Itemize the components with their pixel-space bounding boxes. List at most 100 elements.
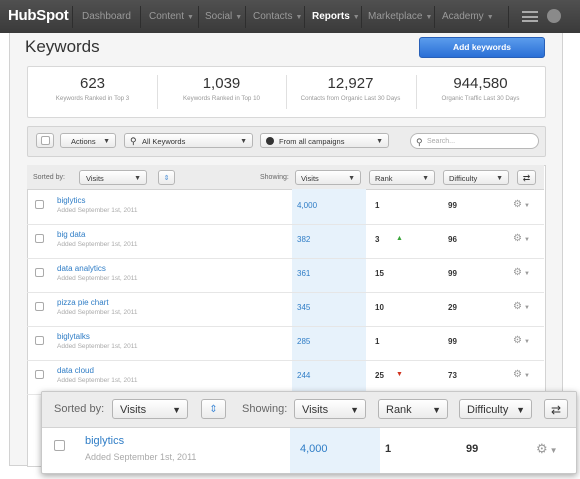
nav-divider xyxy=(361,6,362,28)
gear-icon[interactable]: ⚙ ▼ xyxy=(513,369,530,380)
nav-item-dashboard[interactable]: Dashboard xyxy=(82,11,131,22)
gear-icon[interactable]: ⚙ ▼ xyxy=(513,267,530,278)
keyword-link[interactable]: big data xyxy=(57,230,85,239)
keyword-link[interactable]: biglytalks xyxy=(57,332,90,341)
column-visits-dropdown[interactable]: Visits ▼ xyxy=(295,170,361,185)
keyword-filter-label: All Keywords xyxy=(142,137,186,146)
row-checkbox[interactable] xyxy=(35,268,44,277)
nav-divider xyxy=(434,6,435,28)
keyword-link[interactable]: pizza pie chart xyxy=(57,298,109,307)
nav-item-contacts[interactable]: Contacts ▼ xyxy=(253,11,302,22)
gear-icon[interactable]: ⚙ ▼ xyxy=(513,335,530,346)
keyword-link[interactable]: data analytics xyxy=(57,264,106,273)
stat-traffic: 944,580 Organic Traffic Last 30 Days xyxy=(416,67,545,117)
stat-label: Keywords Ranked in Top 3 xyxy=(55,95,130,102)
actions-dropdown[interactable]: Actions ▼ xyxy=(60,133,116,148)
rank-value: 1 xyxy=(375,337,380,346)
select-all-checkbox[interactable] xyxy=(41,136,50,145)
swap-columns-button[interactable]: ⇄ xyxy=(517,170,536,185)
nav-divider xyxy=(245,6,246,28)
rank-value: 1 xyxy=(375,201,380,210)
table-row[interactable]: pizza pie chart Added September 1st, 201… xyxy=(27,292,544,327)
trend-down-icon: ▼ xyxy=(396,371,403,378)
table-row[interactable]: data cloud Added September 1st, 2011 244… xyxy=(27,360,544,395)
row-checkbox[interactable] xyxy=(35,200,44,209)
column-visits-label: Visits xyxy=(301,174,319,183)
column-difficulty-dropdown[interactable]: Difficulty ▼ xyxy=(459,399,532,419)
row-checkbox[interactable] xyxy=(35,336,44,345)
campaign-filter-dropdown[interactable]: From all campaigns ▼ xyxy=(260,133,389,148)
chevron-down-icon: ▼ xyxy=(172,405,181,415)
stat-value: 944,580 xyxy=(453,75,508,92)
sort-order-toggle[interactable]: ⇕ xyxy=(158,170,175,185)
chevron-down-icon: ▼ xyxy=(187,14,194,21)
chevron-down-icon: ▼ xyxy=(103,138,110,145)
select-all-toggle[interactable] xyxy=(36,133,54,148)
visits-value[interactable]: 244 xyxy=(297,371,310,380)
nav-item-marketplace[interactable]: Marketplace ▼ xyxy=(368,11,432,22)
visits-value[interactable]: 4,000 xyxy=(300,443,328,455)
stat-top3: 623 Keywords Ranked in Top 3 xyxy=(28,67,157,117)
gear-icon[interactable]: ⚙ ▼ xyxy=(536,441,558,457)
table-row[interactable]: data analytics Added September 1st, 2011… xyxy=(27,258,544,293)
showing-label: Showing: xyxy=(260,174,289,181)
nav-item-academy[interactable]: Academy ▼ xyxy=(442,11,494,22)
chevron-down-icon: ▼ xyxy=(425,14,433,21)
visits-value[interactable]: 4,000 xyxy=(297,201,317,210)
difficulty-value: 99 xyxy=(448,269,457,278)
column-rank-dropdown[interactable]: Rank ▼ xyxy=(378,399,448,419)
hubspot-logo[interactable]: HubSpot xyxy=(8,7,69,24)
add-keywords-button[interactable]: Add keywords xyxy=(419,37,545,58)
zoomed-detail-callout: Sorted by: Visits ▼ ⇕ Showing: Visits ▼ … xyxy=(41,391,577,474)
stat-value: 12,927 xyxy=(327,75,374,92)
stats-summary: 623 Keywords Ranked in Top 3 1,039 Keywo… xyxy=(27,66,546,118)
gear-icon[interactable]: ⚙ ▼ xyxy=(513,233,530,244)
table-row[interactable]: biglytics Added September 1st, 2011 4,00… xyxy=(27,190,544,225)
sort-by-dropdown[interactable]: Visits ▼ xyxy=(79,170,147,185)
sort-by-dropdown[interactable]: Visits ▼ xyxy=(112,399,188,419)
search-placeholder: Search... xyxy=(427,138,456,145)
visits-value[interactable]: 285 xyxy=(297,337,310,346)
nav-item-reports[interactable]: Reports ▼ xyxy=(312,11,360,22)
chevron-down-icon: ▼ xyxy=(350,405,359,415)
keyword-filter-dropdown[interactable]: ⚲ All Keywords ▼ xyxy=(124,133,253,148)
difficulty-value: 99 xyxy=(448,337,457,346)
row-checkbox[interactable] xyxy=(35,234,44,243)
gear-icon[interactable]: ⚙ ▼ xyxy=(513,199,530,210)
column-rank-label: Rank xyxy=(386,404,412,416)
keyword-link[interactable]: biglytics xyxy=(85,435,124,447)
column-visits-dropdown[interactable]: Visits ▼ xyxy=(294,399,366,419)
column-rank-dropdown[interactable]: Rank ▼ xyxy=(369,170,435,185)
chevron-down-icon: ▼ xyxy=(516,405,525,415)
search-icon: ⚲ xyxy=(130,136,137,146)
table-row[interactable]: big data Added September 1st, 2011 382 3… xyxy=(27,224,544,259)
search-input[interactable]: ⚲ Search... xyxy=(410,133,539,149)
column-difficulty-dropdown[interactable]: Difficulty ▼ xyxy=(443,170,509,185)
column-visits-label: Visits xyxy=(302,404,329,416)
search-icon: ⚲ xyxy=(416,137,423,147)
chevron-down-icon: ▼ xyxy=(134,175,141,182)
chevron-down-icon: ▼ xyxy=(422,175,429,182)
keyword-link[interactable]: biglytics xyxy=(57,196,85,205)
sort-order-toggle[interactable]: ⇕ xyxy=(201,399,226,419)
chevron-down-icon: ▼ xyxy=(376,138,383,145)
row-checkbox[interactable] xyxy=(35,370,44,379)
table-row[interactable]: biglytalks Added September 1st, 2011 285… xyxy=(27,326,544,361)
visits-value[interactable]: 345 xyxy=(297,303,310,312)
gear-icon[interactable]: ⚙ ▼ xyxy=(513,301,530,312)
rank-value: 10 xyxy=(375,303,384,312)
nav-item-content[interactable]: Content ▼ xyxy=(149,11,194,22)
row-checkbox[interactable] xyxy=(54,440,65,451)
user-avatar-icon[interactable] xyxy=(547,9,561,23)
keyword-link[interactable]: data cloud xyxy=(57,366,94,375)
stat-value: 1,039 xyxy=(202,75,241,92)
visits-value[interactable]: 382 xyxy=(297,235,310,244)
nav-item-social[interactable]: Social ▼ xyxy=(205,11,242,22)
nav-divider xyxy=(304,6,305,28)
row-checkbox[interactable] xyxy=(35,302,44,311)
swap-columns-button[interactable]: ⇄ xyxy=(544,399,568,419)
campaign-filter-label: From all campaigns xyxy=(279,137,345,146)
visits-value[interactable]: 361 xyxy=(297,269,310,278)
menu-icon[interactable] xyxy=(522,11,538,22)
sort-by-value: Visits xyxy=(86,174,104,183)
